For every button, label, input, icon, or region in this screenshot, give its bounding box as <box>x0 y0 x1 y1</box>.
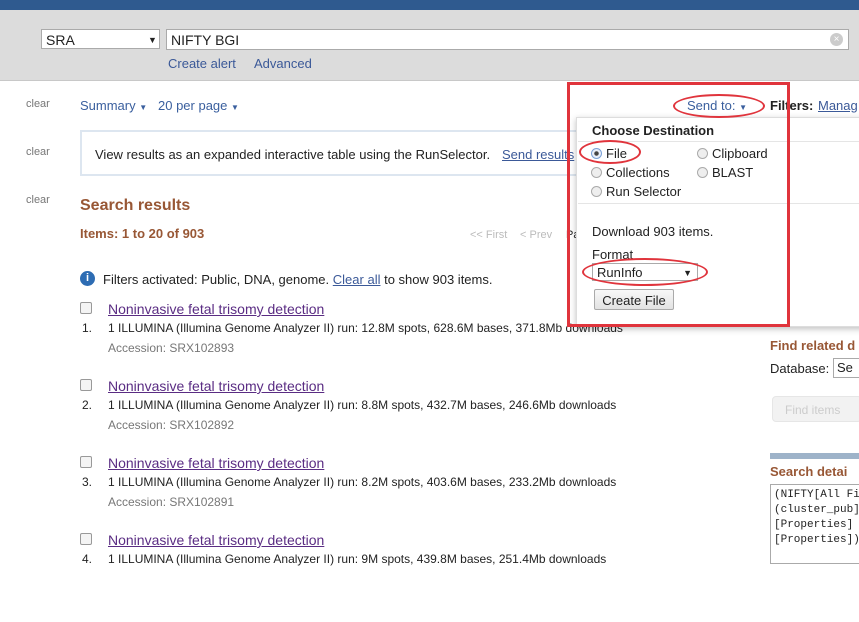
result-title-link[interactable]: Noninvasive fetal trisomy detection <box>108 378 324 394</box>
dropdown-arrow-icon: ▼ <box>148 35 157 45</box>
details-line: (cluster_pub] <box>774 504 859 516</box>
notice-text: View results as an expanded interactive … <box>95 147 491 162</box>
results-heading: Search results <box>80 197 191 214</box>
info-icon: i <box>80 271 95 286</box>
query-text: NIFTY BGI <box>171 32 240 48</box>
result-description: 1 ILLUMINA (Illumina Genome Analyzer II)… <box>108 321 623 335</box>
database-select[interactable]: SRA ▼ <box>41 29 160 49</box>
result-checkbox[interactable] <box>80 379 92 391</box>
clear-link[interactable]: clear <box>26 194 50 206</box>
search-details-heading: Search detai <box>770 464 848 479</box>
section-divider <box>770 453 859 459</box>
search-details-textarea[interactable]: (NIFTY[All Fi (cluster_pub] [Properties] [P… <box>770 484 859 564</box>
highlight-box <box>567 82 790 327</box>
send-results-link[interactable]: Send results <box>502 147 574 162</box>
result-description: 1 ILLUMINA (Illumina Genome Analyzer II)… <box>108 552 607 566</box>
find-related-heading: Find related d <box>770 338 856 353</box>
first-page-link[interactable]: << First <box>470 229 507 241</box>
database-label: Database: <box>770 361 830 376</box>
advanced-link[interactable]: Advanced <box>254 56 312 71</box>
result-number: 3. <box>82 475 93 489</box>
caret-down-icon: ▼ <box>139 103 148 112</box>
result-accession: Accession: SRX102892 <box>108 418 235 432</box>
result-title-link[interactable]: Noninvasive fetal trisomy detection <box>108 455 324 471</box>
per-page-label: 20 per page <box>158 98 228 113</box>
find-items-button[interactable]: Find items <box>772 396 859 422</box>
summary-dropdown[interactable]: Summary ▼ <box>80 98 147 113</box>
highlight-ellipse <box>582 258 708 286</box>
clear-link[interactable]: clear <box>26 146 50 158</box>
result-number: 4. <box>82 552 93 566</box>
manage-filters-link[interactable]: Manag <box>818 98 858 113</box>
clear-search-icon[interactable]: × <box>830 33 843 46</box>
clear-link[interactable]: clear <box>26 98 50 110</box>
result-accession: Accession: SRX102891 <box>108 495 235 509</box>
highlight-ellipse <box>673 94 765 118</box>
items-count: Items: 1 to 20 of 903 <box>80 226 205 241</box>
clear-all-link[interactable]: Clear all <box>333 272 381 287</box>
result-description: 1 ILLUMINA (Illumina Genome Analyzer II)… <box>108 398 617 412</box>
filters-suffix: to show 903 items. <box>384 272 493 287</box>
result-checkbox[interactable] <box>80 302 92 314</box>
result-description: 1 ILLUMINA (Illumina Genome Analyzer II)… <box>108 475 617 489</box>
caret-down-icon: ▼ <box>231 103 239 112</box>
result-title-link[interactable]: Noninvasive fetal trisomy detection <box>108 301 324 317</box>
result-checkbox[interactable] <box>80 456 92 468</box>
result-number: 1. <box>82 321 93 335</box>
summary-label: Summary <box>80 98 136 113</box>
search-input[interactable]: NIFTY BGI × <box>166 29 849 50</box>
result-accession: Accession: SRX102893 <box>108 341 235 355</box>
create-alert-link[interactable]: Create alert <box>168 56 236 71</box>
result-title-link[interactable]: Noninvasive fetal trisomy detection <box>108 532 324 548</box>
highlight-ellipse <box>579 140 641 164</box>
top-bar <box>0 0 859 10</box>
database-value: SRA <box>46 32 75 48</box>
details-line: [Properties]) <box>774 534 859 546</box>
related-database-select[interactable]: Se <box>833 358 859 378</box>
filters-text: Filters activated: Public, DNA, genome. <box>103 272 330 287</box>
details-line: [Properties] <box>774 519 854 531</box>
result-checkbox[interactable] <box>80 533 92 545</box>
prev-page-link[interactable]: < Prev <box>520 229 552 241</box>
details-line: (NIFTY[All Fi <box>774 489 859 501</box>
filters-activated: Filters activated: Public, DNA, genome. … <box>103 272 492 287</box>
related-database-value: Se <box>837 360 853 375</box>
result-number: 2. <box>82 398 93 412</box>
per-page-dropdown[interactable]: 20 per page ▼ <box>158 98 239 113</box>
find-items-label: Find items <box>785 403 841 417</box>
